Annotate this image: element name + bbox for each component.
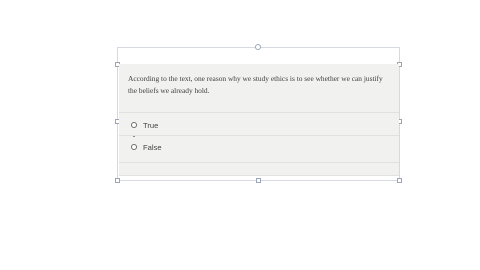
divider-top	[119, 112, 399, 113]
divider-middle	[119, 135, 399, 136]
resize-handle-bottom-left[interactable]	[115, 178, 120, 183]
option-false-label: False	[143, 142, 162, 152]
rotate-handle[interactable]	[255, 44, 261, 50]
radio-false[interactable]	[131, 144, 137, 150]
option-false[interactable]: False	[131, 140, 162, 154]
resize-handle-bottom-center[interactable]	[256, 178, 261, 183]
divider-bottom	[119, 162, 399, 163]
resize-handle-bottom-right[interactable]	[397, 178, 402, 183]
separator-mark	[133, 136, 135, 137]
option-true-label: True	[143, 120, 159, 130]
screenshot-canvas: According to the text, one reason why we…	[0, 0, 480, 270]
quiz-question-card: According to the text, one reason why we…	[119, 64, 399, 176]
option-true[interactable]: True	[131, 118, 158, 132]
question-text: According to the text, one reason why we…	[128, 74, 383, 95]
radio-true[interactable]	[131, 122, 137, 128]
